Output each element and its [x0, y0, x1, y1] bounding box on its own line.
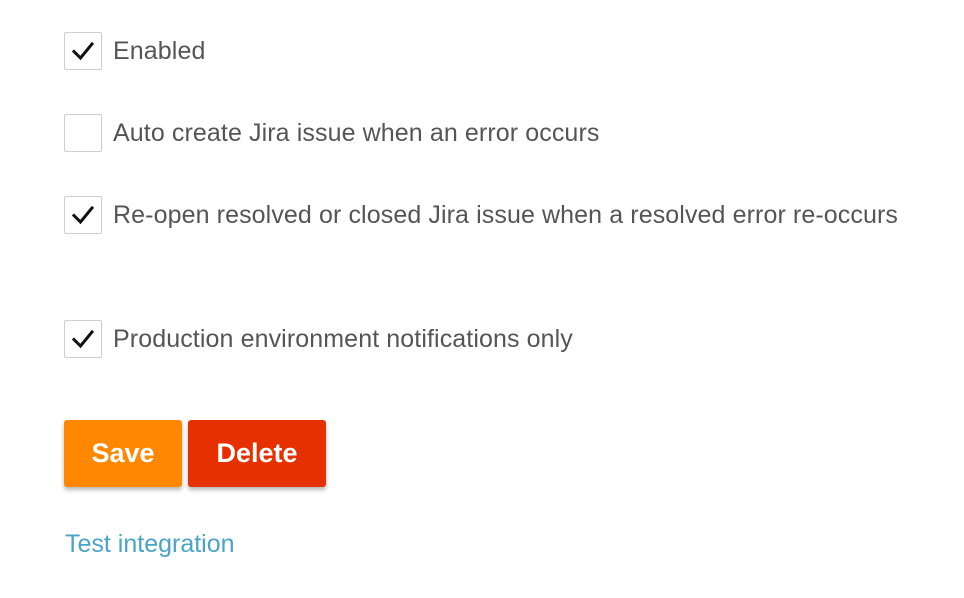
reopen-issue-label: Re-open resolved or closed Jira issue wh…: [113, 201, 899, 229]
production-only-checkbox[interactable]: [64, 320, 102, 358]
production-only-option[interactable]: Production environment notifications onl…: [64, 320, 573, 360]
enabled-option[interactable]: Enabled: [64, 32, 205, 72]
reopen-issue-checkbox[interactable]: [64, 196, 102, 234]
test-integration-link[interactable]: Test integration: [65, 530, 235, 559]
production-only-label: Production environment notifications onl…: [113, 325, 573, 353]
check-icon: [71, 205, 95, 225]
auto-create-issue-checkbox[interactable]: [64, 114, 102, 152]
auto-create-issue-option[interactable]: Auto create Jira issue when an error occ…: [64, 114, 599, 154]
delete-button[interactable]: Delete: [188, 420, 326, 487]
save-button[interactable]: Save: [64, 420, 182, 487]
check-icon: [71, 329, 95, 349]
check-icon: [71, 41, 95, 61]
reopen-issue-option[interactable]: Re-open resolved or closed Jira issue wh…: [64, 196, 898, 236]
auto-create-issue-label: Auto create Jira issue when an error occ…: [113, 119, 600, 147]
jira-integration-settings: Enabled Auto create Jira issue when an e…: [0, 0, 964, 598]
enabled-checkbox[interactable]: [64, 32, 102, 70]
enabled-label: Enabled: [113, 37, 206, 65]
